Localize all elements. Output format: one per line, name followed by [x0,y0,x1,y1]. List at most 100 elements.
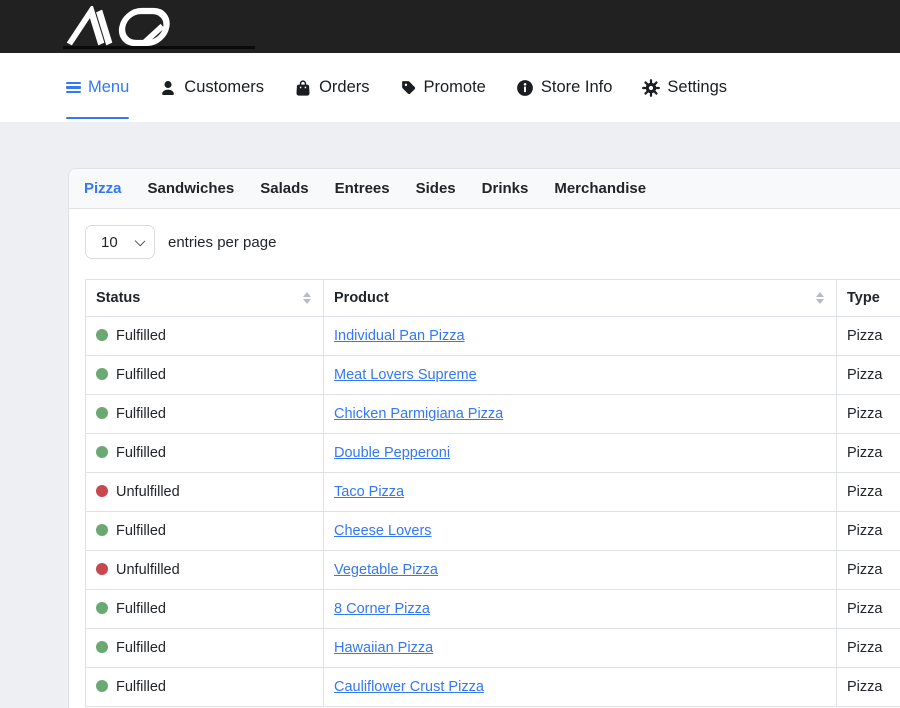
column-label: Type [847,290,880,306]
app-window: Menu Customers Orders Promote [0,0,900,708]
type-cell: Pizza [837,356,900,395]
page-size-label: entries per page [168,234,276,251]
column-header-status[interactable]: Status [86,280,324,317]
product-link[interactable]: Double Pepperoni [334,445,450,461]
product-link[interactable]: Cauliflower Crust Pizza [334,679,484,695]
tab-pizza[interactable]: Pizza [84,180,122,197]
nav-item-settings[interactable]: Settings [642,53,727,122]
table-row: Fulfilled Cheese Lovers Pizza [86,512,900,551]
logo-underline [63,46,255,49]
product-link[interactable]: Chicken Parmigiana Pizza [334,406,503,422]
bag-icon [294,79,312,97]
tab-sandwiches[interactable]: Sandwiches [148,180,235,197]
table-row: Fulfilled Individual Pan Pizza Pizza [86,317,900,356]
status-text: Fulfilled [116,601,166,617]
nav-item-customers[interactable]: Customers [159,53,264,122]
status-cell: Fulfilled [86,434,324,473]
status-cell: Fulfilled [86,629,324,668]
product-link[interactable]: Vegetable Pizza [334,562,438,578]
tab-drinks[interactable]: Drinks [482,180,529,197]
page-size-select[interactable]: 10 [85,225,155,259]
status-cell: Fulfilled [86,395,324,434]
page-background: Pizza Sandwiches Salads Entrees Sides Dr… [0,122,900,708]
type-cell: Pizza [837,590,900,629]
status-dot [96,680,108,692]
page-size-row: 10 entries per page [85,225,900,259]
info-icon [516,79,534,97]
table-row: Fulfilled 8 Corner Pizza Pizza [86,590,900,629]
product-link[interactable]: 8 Corner Pizza [334,601,430,617]
gear-icon [642,79,660,97]
nav-item-promote[interactable]: Promote [400,53,486,122]
product-link[interactable]: Hawaiian Pizza [334,640,433,656]
product-link[interactable]: Taco Pizza [334,484,404,500]
table-row: Fulfilled Hawaiian Pizza Pizza [86,629,900,668]
hamburger-icon [66,79,81,96]
column-label: Status [96,290,140,306]
product-cell: Vegetable Pizza [324,551,837,590]
status-text: Fulfilled [116,679,166,695]
status-text: Unfulfilled [116,484,180,500]
tab-salads[interactable]: Salads [260,180,308,197]
status-text: Fulfilled [116,406,166,422]
status-cell: Fulfilled [86,590,324,629]
status-dot [96,602,108,614]
status-dot [96,368,108,380]
status-dot [96,329,108,341]
table-header-row: Status Product [86,280,900,317]
table-row: Fulfilled Double Pepperoni Pizza [86,434,900,473]
product-cell: Double Pepperoni [324,434,837,473]
brand-logo[interactable] [64,6,176,48]
type-cell: Pizza [837,473,900,512]
page-size-select-wrap: 10 [85,225,155,259]
product-link[interactable]: Individual Pan Pizza [334,328,465,344]
status-cell: Fulfilled [86,668,324,707]
category-tabs: Pizza Sandwiches Salads Entrees Sides Dr… [69,169,900,209]
tab-sides[interactable]: Sides [416,180,456,197]
type-cell: Pizza [837,512,900,551]
status-cell: Fulfilled [86,512,324,551]
status-text: Fulfilled [116,445,166,461]
nav-item-label: Orders [319,78,369,97]
status-dot [96,446,108,458]
type-cell: Pizza [837,551,900,590]
product-link[interactable]: Cheese Lovers [334,523,432,539]
column-label: Product [334,290,389,306]
tab-entrees[interactable]: Entrees [335,180,390,197]
status-cell: Unfulfilled [86,473,324,512]
product-cell: Chicken Parmigiana Pizza [324,395,837,434]
product-cell: Meat Lovers Supreme [324,356,837,395]
sort-icon [816,292,824,304]
nav-item-menu[interactable]: Menu [66,53,129,122]
status-dot [96,524,108,536]
product-link[interactable]: Meat Lovers Supreme [334,367,477,383]
status-cell: Fulfilled [86,317,324,356]
status-text: Fulfilled [116,328,166,344]
sort-icon [303,292,311,304]
status-text: Fulfilled [116,367,166,383]
app-header [0,0,900,53]
menu-card: Pizza Sandwiches Salads Entrees Sides Dr… [68,168,900,708]
nav-item-store-info[interactable]: Store Info [516,53,613,122]
products-table: Status Product [85,279,900,707]
product-cell: 8 Corner Pizza [324,590,837,629]
status-dot [96,485,108,497]
type-cell: Pizza [837,629,900,668]
main-nav: Menu Customers Orders Promote [0,53,900,122]
nav-item-label: Settings [667,78,727,97]
person-icon [159,79,177,97]
status-text: Unfulfilled [116,562,180,578]
card-body: 10 entries per page Status [69,209,900,708]
column-header-type[interactable]: Type [837,280,900,317]
type-cell: Pizza [837,317,900,356]
nav-item-orders[interactable]: Orders [294,53,369,122]
table-row: Fulfilled Chicken Parmigiana Pizza Pizza [86,395,900,434]
product-cell: Individual Pan Pizza [324,317,837,356]
column-header-product[interactable]: Product [324,280,837,317]
nav-item-label: Store Info [541,78,613,97]
product-cell: Hawaiian Pizza [324,629,837,668]
type-cell: Pizza [837,434,900,473]
product-cell: Taco Pizza [324,473,837,512]
tab-merchandise[interactable]: Merchandise [554,180,646,197]
status-cell: Fulfilled [86,356,324,395]
